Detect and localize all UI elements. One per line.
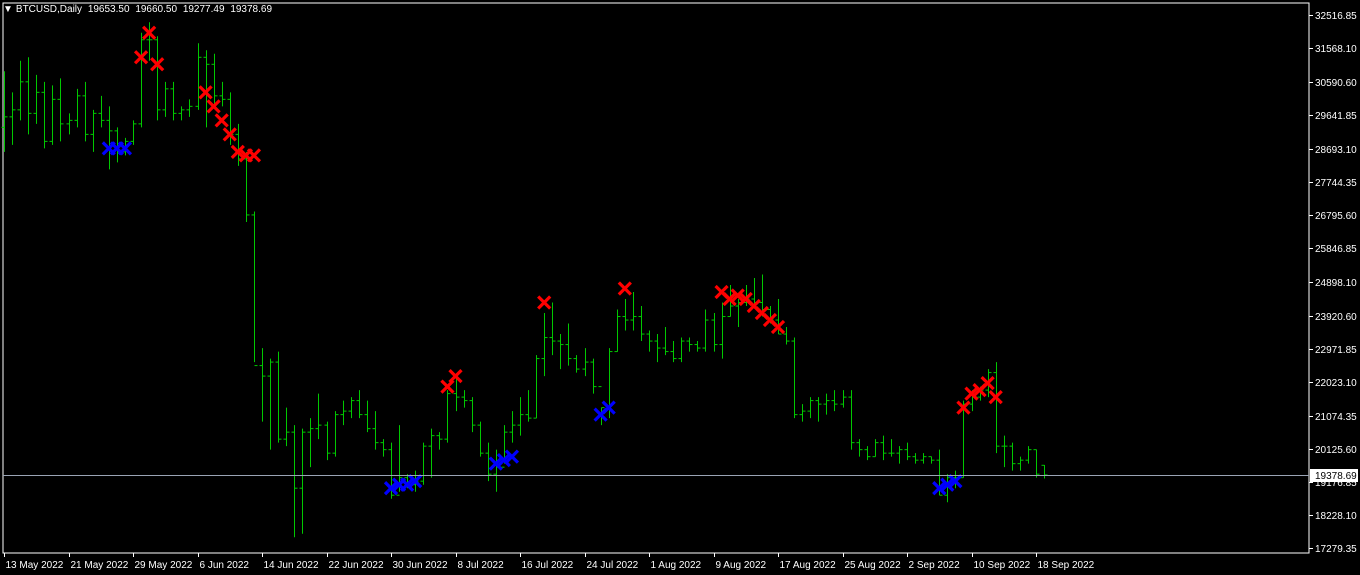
price-tick-label: 28693.10 (1315, 145, 1357, 156)
time-tick-label: 25 Aug 2022 (845, 560, 902, 571)
time-tick-label: 14 Jun 2022 (264, 560, 319, 571)
time-tick-label: 17 Aug 2022 (780, 560, 837, 571)
time-tick-label: 1 Aug 2022 (651, 560, 702, 571)
time-tick-label: 21 May 2022 (71, 560, 129, 571)
chart-header: ▼ BTCUSD,Daily 19653.50 19660.50 19277.49… (3, 3, 275, 17)
time-tick-label: 16 Jul 2022 (522, 560, 574, 571)
price-tick-label: 17279.35 (1315, 544, 1357, 555)
time-tick-label: 18 Sep 2022 (1038, 560, 1095, 571)
close-value: 19378.69 (230, 4, 273, 15)
low-value: 19277.49 (182, 4, 225, 15)
time-tick-label: 8 Jul 2022 (458, 560, 505, 571)
time-tick-label: 9 Aug 2022 (716, 560, 767, 571)
time-tick-label: 30 Jun 2022 (393, 560, 448, 571)
chart-window[interactable]: 32516.85 31568.10 30590.60 29641.85 28693.10… (0, 0, 1360, 575)
open-value: 19653.50 (87, 4, 130, 15)
time-tick-label: 6 Jun 2022 (200, 560, 250, 571)
price-tick-label: 24898.10 (1315, 278, 1357, 289)
price-tick-label: 30590.60 (1315, 78, 1357, 89)
time-tick-label: 10 Sep 2022 (974, 560, 1031, 571)
price-tick-label: 18228.10 (1315, 511, 1357, 522)
time-tick-label: 13 May 2022 (6, 560, 64, 571)
time-tick-label: 22 Jun 2022 (329, 560, 384, 571)
price-tick-label: 25846.85 (1315, 244, 1357, 255)
price-tick-label: 32516.85 (1315, 11, 1357, 22)
time-tick-label: 2 Sep 2022 (909, 560, 961, 571)
time-tick-label: 29 May 2022 (135, 560, 193, 571)
high-value: 19660.50 (135, 4, 178, 15)
current-price-label: 19378.69 (1315, 471, 1357, 482)
price-tick-label: 26795.60 (1315, 211, 1357, 222)
price-axis: 32516.85 31568.10 30590.60 29641.85 28693.10… (1309, 11, 1358, 555)
price-tick-label: 21074.35 (1315, 412, 1357, 423)
price-tick-label: 22971.85 (1315, 345, 1357, 356)
price-tick-label: 22023.10 (1315, 378, 1357, 389)
time-axis: 13 May 2022 21 May 2022 29 May 2022 6 Jun 2… (4, 553, 1095, 571)
price-tick-label: 27744.35 (1315, 178, 1357, 189)
price-chart[interactable]: 32516.85 31568.10 30590.60 29641.85 28693.10… (0, 0, 1360, 575)
time-tick-label: 24 Jul 2022 (587, 560, 639, 571)
price-tick-label: 31568.10 (1315, 44, 1357, 55)
price-tick-label: 23920.60 (1315, 312, 1357, 323)
menu-triangle-icon[interactable]: ▼ (3, 4, 13, 15)
price-tick-label: 20125.60 (1315, 445, 1357, 456)
price-tick-label: 29641.85 (1315, 111, 1357, 122)
symbol-label: BTCUSD,Daily (15, 4, 83, 15)
